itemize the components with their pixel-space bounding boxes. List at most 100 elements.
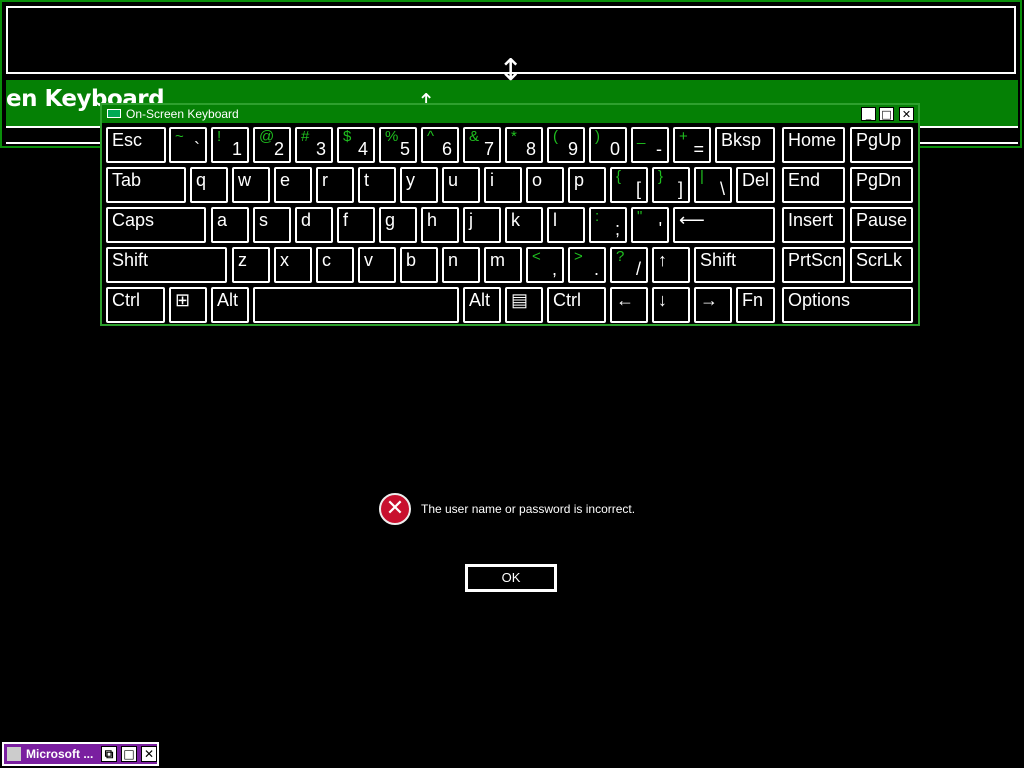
key-u[interactable]: u bbox=[442, 167, 480, 203]
close-button[interactable]: ✕ bbox=[899, 107, 914, 121]
key-k9[interactable]: (9 bbox=[547, 127, 585, 163]
key-w[interactable]: w bbox=[232, 167, 270, 203]
restore-button[interactable]: ⧉ bbox=[101, 746, 117, 762]
key-k6[interactable]: ^ 6 bbox=[421, 127, 459, 163]
key-i[interactable]: i bbox=[484, 167, 522, 203]
key-ralt[interactable]: Alt bbox=[463, 287, 501, 323]
key-e[interactable]: e bbox=[274, 167, 312, 203]
key-label: n bbox=[448, 250, 459, 270]
key-k5[interactable]: % 5 bbox=[379, 127, 417, 163]
key-k2[interactable]: @2 bbox=[253, 127, 291, 163]
key-k1[interactable]: ! 1 bbox=[211, 127, 249, 163]
key-lalt[interactable]: Alt bbox=[211, 287, 249, 323]
key-f[interactable]: f bbox=[337, 207, 375, 243]
key-s[interactable]: s bbox=[253, 207, 291, 243]
key-k0[interactable]: ) 0 bbox=[589, 127, 627, 163]
key-label: g bbox=[385, 210, 396, 230]
key-lshift[interactable]: Shift bbox=[106, 247, 227, 283]
key-q[interactable]: q bbox=[190, 167, 228, 203]
key-v[interactable]: v bbox=[358, 247, 396, 283]
key-rctrl[interactable]: Ctrl bbox=[547, 287, 606, 323]
key-n[interactable]: n bbox=[442, 247, 480, 283]
maximize-button[interactable]: □ bbox=[879, 107, 894, 121]
key-k4[interactable]: $4 bbox=[337, 127, 375, 163]
minimized-window[interactable]: Microsoft ... ⧉ □ ✕ bbox=[2, 742, 159, 766]
key-quote[interactable]: " ' bbox=[631, 207, 669, 243]
key-scrlk[interactable]: ScrLk bbox=[850, 247, 913, 283]
osk-titlebar[interactable]: On-Screen Keyboard _ □ ✕ bbox=[102, 105, 918, 123]
key-a[interactable]: a bbox=[211, 207, 249, 243]
key-prtscn[interactable]: PrtScn bbox=[782, 247, 845, 283]
key-pgup[interactable]: PgUp bbox=[850, 127, 913, 163]
key-rshift[interactable]: Shift bbox=[694, 247, 775, 283]
key-label: j bbox=[469, 210, 473, 230]
key-k[interactable]: k bbox=[505, 207, 543, 243]
key-lctrl[interactable]: Ctrl bbox=[106, 287, 165, 323]
key-esc[interactable]: Esc bbox=[106, 127, 166, 163]
maximize-button[interactable]: □ bbox=[121, 746, 137, 762]
key-b[interactable]: b bbox=[400, 247, 438, 283]
key-semi[interactable]: :; bbox=[589, 207, 627, 243]
key-end[interactable]: End bbox=[782, 167, 845, 203]
key-options[interactable]: Options bbox=[782, 287, 913, 323]
key-m[interactable]: m bbox=[484, 247, 522, 283]
key-home[interactable]: Home bbox=[782, 127, 845, 163]
close-button[interactable]: ✕ bbox=[141, 746, 157, 762]
key-k8[interactable]: * 8 bbox=[505, 127, 543, 163]
key-z[interactable]: z bbox=[232, 247, 270, 283]
key-comma[interactable]: <, bbox=[526, 247, 564, 283]
key-label: ↓ bbox=[658, 290, 667, 310]
key-l[interactable]: l bbox=[547, 207, 585, 243]
key-space[interactable] bbox=[253, 287, 459, 323]
key-lbrace[interactable]: {[ bbox=[610, 167, 648, 203]
key-k7[interactable]: & 7 bbox=[463, 127, 501, 163]
key-label: w bbox=[238, 170, 251, 190]
key-d[interactable]: d bbox=[295, 207, 333, 243]
key-minus[interactable]: _ - bbox=[631, 127, 669, 163]
key-rbrace[interactable]: }] bbox=[652, 167, 690, 203]
key-k3[interactable]: #3 bbox=[295, 127, 333, 163]
osk-title: On-Screen Keyboard bbox=[126, 107, 239, 121]
key-pause[interactable]: Pause bbox=[850, 207, 913, 243]
key-c[interactable]: c bbox=[316, 247, 354, 283]
key-slash[interactable]: ? / bbox=[610, 247, 648, 283]
key-t[interactable]: t bbox=[358, 167, 396, 203]
key-insert[interactable]: Insert bbox=[782, 207, 845, 243]
key-caps[interactable]: Caps bbox=[106, 207, 206, 243]
key-enter[interactable]: ⟵ bbox=[673, 207, 775, 243]
key-tab[interactable]: Tab bbox=[106, 167, 186, 203]
key-label: ▤ bbox=[511, 290, 529, 310]
key-main-label: . bbox=[593, 259, 599, 279]
key-label: h bbox=[427, 210, 438, 230]
key-label: p bbox=[574, 170, 585, 190]
key-p[interactable]: p bbox=[568, 167, 606, 203]
key-down[interactable]: ↓ bbox=[652, 287, 690, 323]
key-x[interactable]: x bbox=[274, 247, 312, 283]
key-label: s bbox=[259, 210, 268, 230]
key-label: ⟵ bbox=[679, 210, 705, 230]
key-o[interactable]: o bbox=[526, 167, 564, 203]
key-r[interactable]: r bbox=[316, 167, 354, 203]
key-label: Alt bbox=[217, 290, 239, 310]
key-pipe[interactable]: | \ bbox=[694, 167, 732, 203]
key-menu[interactable]: ▤ bbox=[505, 287, 543, 323]
minimize-button[interactable]: _ bbox=[861, 107, 876, 121]
ok-button[interactable]: OK bbox=[465, 564, 557, 592]
key-h[interactable]: h bbox=[421, 207, 459, 243]
key-del[interactable]: Del bbox=[736, 167, 775, 203]
key-fn[interactable]: Fn bbox=[736, 287, 775, 323]
key-pgdn[interactable]: PgDn bbox=[850, 167, 913, 203]
key-period[interactable]: >. bbox=[568, 247, 606, 283]
key-up[interactable]: ↑ bbox=[652, 247, 690, 283]
key-equals[interactable]: + = bbox=[673, 127, 711, 163]
key-g[interactable]: g bbox=[379, 207, 417, 243]
key-tilde[interactable]: ~ ` bbox=[169, 127, 207, 163]
key-left[interactable]: ← bbox=[610, 287, 648, 323]
key-main-label: / bbox=[635, 259, 641, 279]
key-label: q bbox=[196, 170, 207, 190]
key-y[interactable]: y bbox=[400, 167, 438, 203]
key-j[interactable]: j bbox=[463, 207, 501, 243]
key-right[interactable]: → bbox=[694, 287, 732, 323]
key-bksp[interactable]: Bksp bbox=[715, 127, 775, 163]
key-win[interactable]: ⊞ bbox=[169, 287, 207, 323]
